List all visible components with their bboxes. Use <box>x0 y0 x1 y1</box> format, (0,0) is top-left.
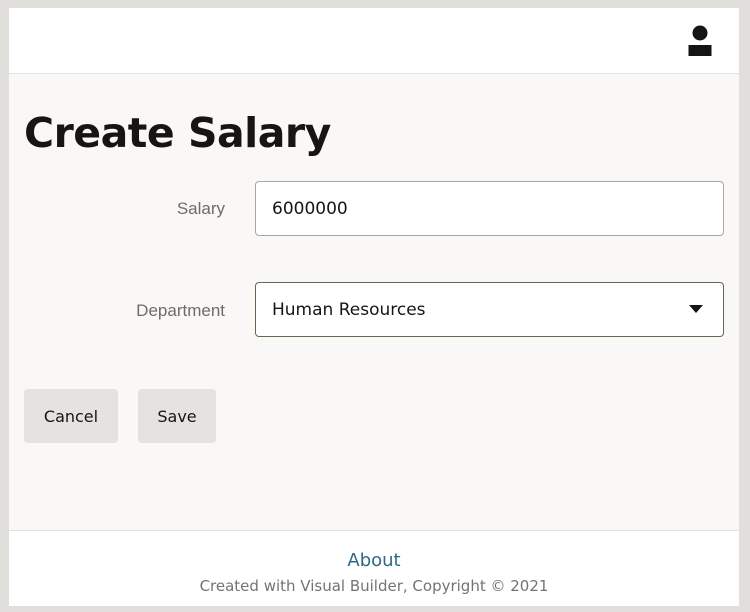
user-avatar-icon <box>688 25 712 56</box>
salary-input[interactable] <box>255 181 724 236</box>
app-frame: Create Salary Salary Department Human Re… <box>9 8 739 606</box>
user-menu-button[interactable] <box>683 23 717 61</box>
caret-down-icon <box>689 305 703 313</box>
app-header <box>9 8 739 74</box>
salary-label: Salary <box>176 199 225 218</box>
footer: About Created with Visual Builder, Copyr… <box>9 530 739 606</box>
cancel-button[interactable]: Cancel <box>24 389 118 443</box>
department-label: Department <box>136 301 225 320</box>
department-selected-value: Human Resources <box>272 300 426 320</box>
save-button[interactable]: Save <box>138 389 216 443</box>
about-link[interactable]: About <box>9 550 739 571</box>
page-title: Create Salary <box>24 109 331 157</box>
copyright-text: Created with Visual Builder, Copyright ©… <box>199 577 549 595</box>
department-select[interactable]: Human Resources <box>255 282 724 337</box>
